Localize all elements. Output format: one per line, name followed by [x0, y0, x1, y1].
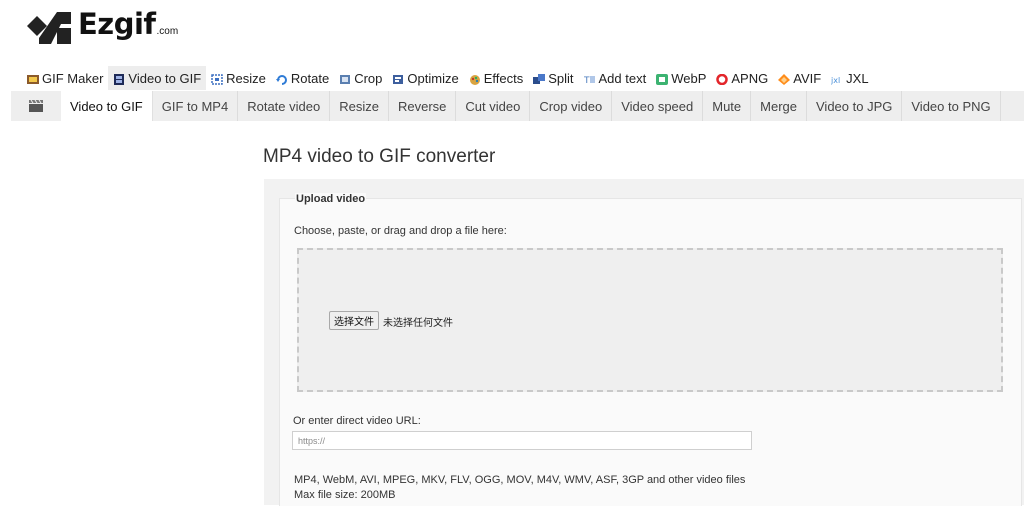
gif-maker-icon: [27, 73, 39, 84]
menu-label: Rotate: [290, 70, 330, 86]
menu-label: Crop: [354, 70, 383, 86]
optimize-icon: [392, 73, 404, 84]
supported-formats-text: MP4, WebM, AVI, MPEG, MKV, FLV, OGG, MOV…: [294, 474, 746, 486]
subnav-gif-to-mp4[interactable]: GIF to MP4: [153, 91, 239, 121]
url-label: Or enter direct video URL:: [293, 415, 421, 427]
choose-file-button[interactable]: 选择文件: [329, 311, 379, 330]
ezgif-logo[interactable]: Ezgif .com: [27, 4, 178, 44]
menu-add-text[interactable]: T Add text: [579, 66, 652, 90]
sub-nav: Video to GIF GIF to MP4 Rotate video Res…: [11, 91, 1024, 121]
menu-crop[interactable]: Crop: [334, 66, 387, 90]
logo-dotcom: .com: [156, 26, 179, 37]
split-icon: [533, 73, 546, 84]
menu-label: Optimize: [407, 70, 459, 86]
menu-label: Resize: [226, 70, 266, 86]
subnav-video-to-gif[interactable]: Video to GIF: [61, 91, 153, 121]
menu-label: Add text: [598, 70, 647, 86]
menu-label: JXL: [846, 70, 869, 86]
subnav-crop-video[interactable]: Crop video: [530, 91, 613, 121]
logo-mark-icon: [27, 12, 71, 44]
menu-label: Split: [548, 70, 574, 86]
menu-label: WebP: [671, 70, 707, 86]
webp-icon: [656, 73, 669, 85]
menu-rotate[interactable]: Rotate: [271, 66, 334, 90]
video-url-input[interactable]: [292, 431, 752, 450]
menu-label: AVIF: [793, 70, 822, 86]
svg-text:T: T: [584, 76, 590, 85]
menu-webp[interactable]: WebP: [651, 66, 711, 90]
menu-split[interactable]: Split: [528, 66, 578, 90]
menu-gif-maker[interactable]: GIF Maker: [22, 66, 108, 90]
menu-resize[interactable]: Resize: [206, 66, 271, 90]
subnav-video-speed[interactable]: Video speed: [612, 91, 704, 121]
jxl-icon: jxl: [830, 73, 843, 85]
subnav-mute[interactable]: Mute: [703, 91, 752, 121]
subnav-resize[interactable]: Resize: [330, 91, 389, 121]
page-title: MP4 video to GIF converter: [263, 146, 496, 167]
menu-label: GIF Maker: [42, 70, 104, 86]
film-icon: [113, 73, 125, 85]
avif-icon: [778, 73, 791, 85]
subnav-merge[interactable]: Merge: [751, 91, 807, 121]
top-menu: GIF Maker Video to GIF Resize Rotate Cro…: [22, 66, 874, 90]
subnav-reverse[interactable]: Reverse: [389, 91, 457, 121]
menu-apng[interactable]: APNG: [711, 66, 773, 90]
menu-label: Effects: [483, 70, 524, 86]
logo-wordmark: Ezgif: [78, 7, 156, 41]
menu-label: Video to GIF: [128, 70, 202, 86]
rotate-icon: [275, 73, 288, 85]
menu-avif[interactable]: AVIF: [773, 66, 826, 90]
upload-legend: Upload video: [295, 193, 367, 205]
max-file-size-text: Max file size: 200MB: [294, 489, 396, 501]
menu-effects[interactable]: Effects: [464, 66, 529, 90]
apng-icon: [716, 73, 729, 85]
file-status-text: 未选择任何文件: [383, 318, 453, 329]
menu-video-to-gif[interactable]: Video to GIF: [108, 66, 207, 90]
menu-optimize[interactable]: Optimize: [387, 66, 463, 90]
crop-icon: [339, 73, 351, 84]
subnav-rotate-video[interactable]: Rotate video: [238, 91, 331, 121]
menu-label: APNG: [731, 70, 769, 86]
resize-icon: [211, 73, 223, 85]
menu-jxl[interactable]: jxl JXL: [826, 66, 873, 90]
choose-file-label: Choose, paste, or drag and drop a file h…: [294, 225, 507, 237]
effects-icon: [469, 73, 481, 85]
svg-text:jxl: jxl: [831, 76, 840, 85]
add-text-icon: T: [583, 73, 596, 86]
subnav-video-to-jpg[interactable]: Video to JPG: [807, 91, 903, 121]
clapperboard-icon: [11, 91, 61, 121]
subnav-video-to-png[interactable]: Video to PNG: [902, 91, 1001, 121]
subnav-cut-video[interactable]: Cut video: [456, 91, 531, 121]
